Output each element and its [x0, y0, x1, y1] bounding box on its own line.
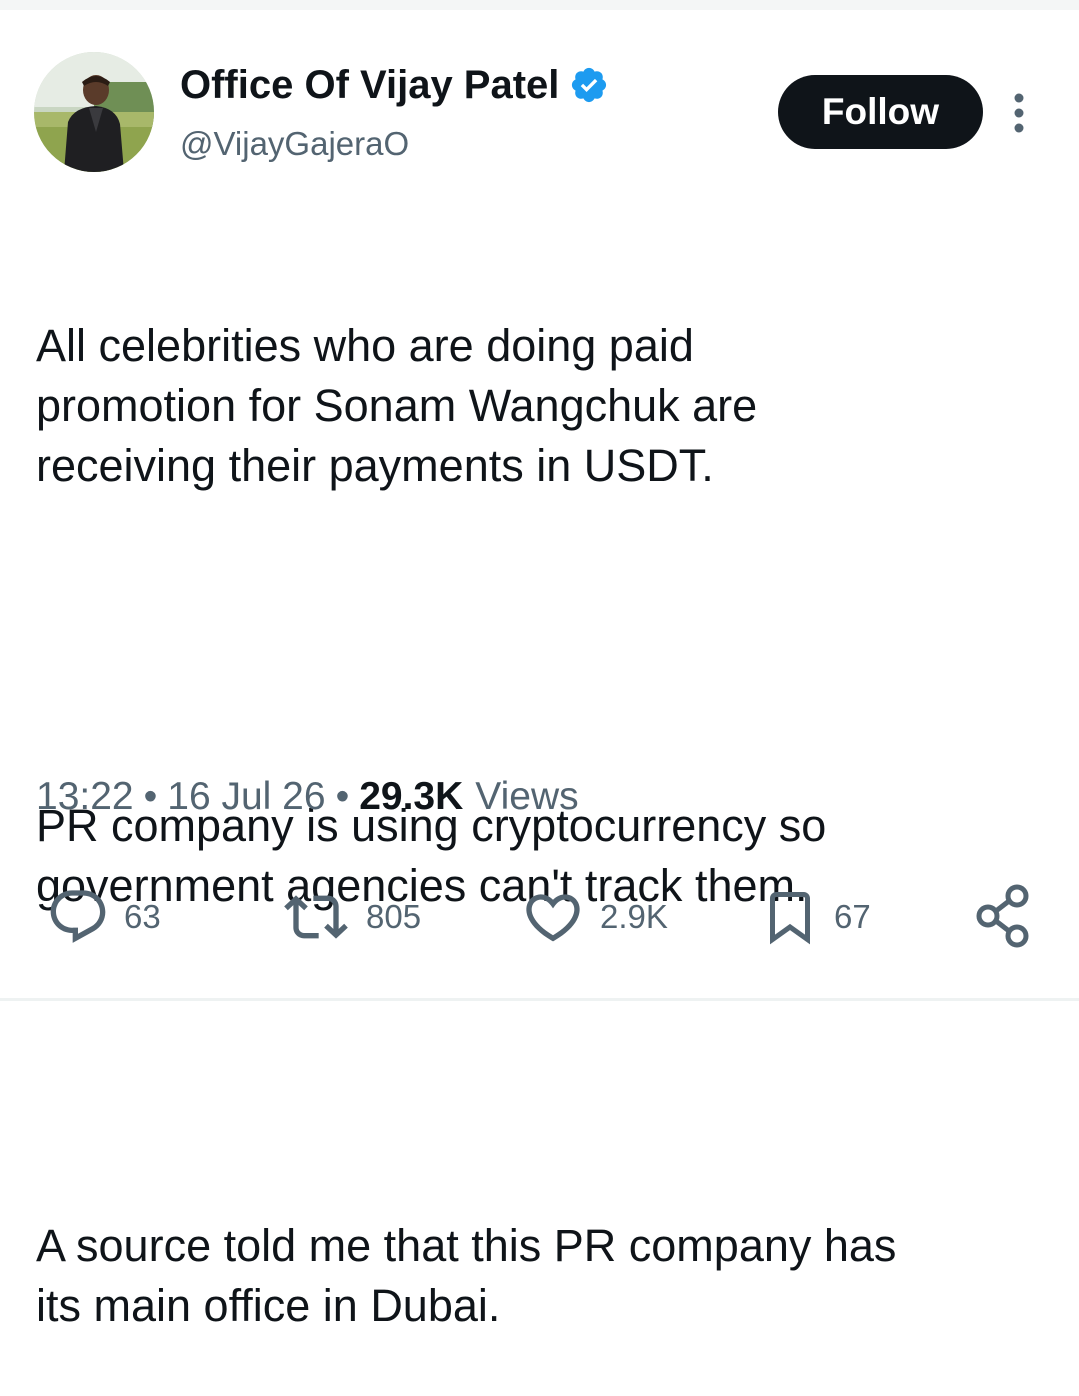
author-display-name[interactable]: Office Of Vijay Patel [180, 63, 559, 108]
top-divider [0, 0, 1079, 10]
tweet-meta: 13:22 • 16 Jul 26 • 29.3K Views [36, 775, 579, 819]
repost-icon [284, 895, 348, 939]
tweet-paragraph-1: All celebrities who are doing paid promo… [36, 320, 758, 491]
tweet-paragraph-spacer [36, 616, 1066, 676]
repost-count: 805 [366, 898, 422, 935]
tweet-time[interactable]: 13:22 [36, 775, 134, 819]
more-options-icon[interactable] [1008, 92, 1030, 134]
tweet-paragraph-spacer [36, 1036, 1066, 1096]
bottom-divider [0, 998, 1079, 1001]
verified-badge-icon[interactable] [569, 65, 609, 105]
reply-icon [50, 890, 106, 943]
tweet-paragraph-3: A source told me that this PR company ha… [36, 1220, 897, 1331]
follow-button[interactable]: Follow [778, 75, 983, 149]
repost-button[interactable]: 805 [280, 882, 421, 952]
meta-separator: • [143, 775, 158, 818]
share-icon [976, 884, 1029, 948]
heart-icon [526, 894, 580, 942]
avatar-image [34, 52, 154, 172]
bookmark-count: 67 [834, 898, 871, 935]
author-handle[interactable]: @VijayGajeraO [180, 125, 409, 163]
tweet-date[interactable]: 16 Jul 26 [167, 775, 325, 819]
reply-button[interactable]: 63 [46, 882, 161, 952]
author-name-row[interactable]: Office Of Vijay Patel [180, 60, 609, 110]
bookmark-icon [770, 892, 810, 945]
views-count[interactable]: 29.3K [359, 775, 463, 819]
avatar[interactable] [34, 52, 154, 172]
views-label[interactable]: Views [475, 775, 578, 819]
like-count: 2.9K [600, 898, 668, 935]
bookmark-button[interactable]: 67 [760, 882, 871, 952]
reply-count: 63 [124, 898, 161, 935]
like-button[interactable]: 2.9K [520, 882, 668, 952]
meta-separator: • [335, 775, 350, 818]
share-button[interactable] [972, 882, 1036, 955]
